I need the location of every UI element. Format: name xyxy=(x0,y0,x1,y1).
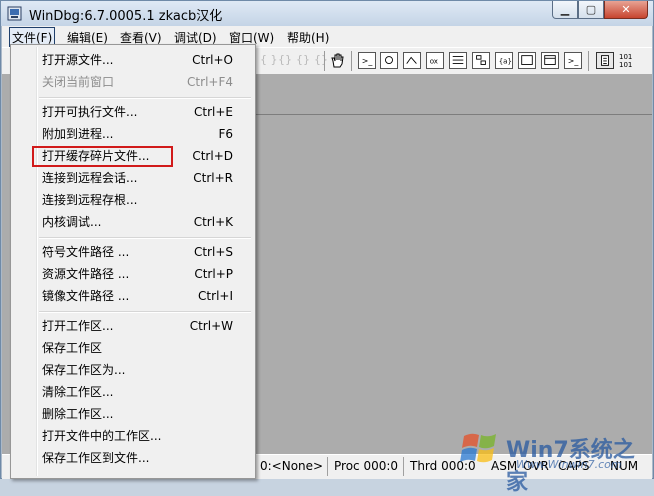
menu-item-image-path[interactable]: 镜像文件路径 ... xyxy=(42,287,129,305)
menu-item-kernel-debug[interactable]: 内核调试... xyxy=(42,213,101,231)
toolbar-separator xyxy=(351,51,352,71)
step-out-icon: {} xyxy=(296,53,310,66)
registers-window-icon[interactable]: ox xyxy=(426,52,444,69)
maximize-icon: ▢ xyxy=(585,3,597,16)
window-controls: ▁ ▢ ✕ xyxy=(552,1,648,19)
menu-item-open-workspace-in-file[interactable]: 打开文件中的工作区... xyxy=(42,427,161,445)
menu-item-open-source[interactable]: 打开源文件... xyxy=(42,51,113,69)
options-icon[interactable] xyxy=(596,52,614,69)
menu-item-delete-workspace[interactable]: 删除工作区... xyxy=(42,405,113,423)
menu-help[interactable]: 帮助(H) xyxy=(284,29,332,46)
source-mode-icon[interactable]: >_ xyxy=(564,52,582,69)
menu-separator xyxy=(39,311,251,313)
shortcut-open-source: Ctrl+O xyxy=(192,53,233,67)
shortcut-close-window: Ctrl+F4 xyxy=(187,75,233,89)
menu-item-save-workspace-to-file[interactable]: 保存工作区到文件... xyxy=(42,449,149,467)
run-to-cursor-icon: {} xyxy=(314,53,328,66)
windbg-app-icon xyxy=(7,6,22,21)
close-button[interactable]: ✕ xyxy=(604,1,648,19)
shortcut-connect-remote-session: Ctrl+R xyxy=(193,171,233,185)
svg-text:{a}: {a} xyxy=(499,57,512,66)
menu-item-attach-process[interactable]: 附加到进程... xyxy=(42,125,113,143)
shortcut-open-workspace: Ctrl+W xyxy=(189,319,233,333)
svg-text:ox: ox xyxy=(430,57,438,66)
status-separator xyxy=(403,457,404,476)
close-icon: ✕ xyxy=(621,3,631,16)
menu-separator xyxy=(39,97,251,99)
menu-item-open-workspace[interactable]: 打开工作区... xyxy=(42,317,113,335)
shortcut-open-crash-dump: Ctrl+D xyxy=(192,149,233,163)
watch-window-icon[interactable] xyxy=(380,52,398,69)
toolbar-separator xyxy=(324,51,325,71)
toolbar-separator xyxy=(588,51,589,71)
step-into-icon: { } xyxy=(260,53,278,66)
menu-item-source-path[interactable]: 资源文件路径 ... xyxy=(42,265,129,283)
title-bar[interactable]: WinDbg:6.7.0005.1 zkacb汉化 ▁ ▢ ✕ xyxy=(1,1,653,26)
locals-window-icon[interactable] xyxy=(403,52,421,69)
status-process: Proc 000:0 xyxy=(334,459,399,473)
shortcut-source-path: Ctrl+P xyxy=(194,267,233,281)
menu-item-symbol-path[interactable]: 符号文件路径 ... xyxy=(42,243,129,261)
watermark-url: Www.Winwin7.com xyxy=(516,458,622,471)
minimize-icon: ▁ xyxy=(560,3,570,16)
shortcut-symbol-path: Ctrl+S xyxy=(193,245,233,259)
call-stack-icon[interactable] xyxy=(472,52,490,69)
menu-item-save-workspace-as[interactable]: 保存工作区为... xyxy=(42,361,125,379)
menu-item-connect-remote-session[interactable]: 连接到远程会话... xyxy=(42,169,137,187)
svg-text:101: 101 xyxy=(619,53,632,61)
menu-item-save-workspace[interactable]: 保存工作区 xyxy=(42,339,102,357)
svg-text:101: 101 xyxy=(619,61,632,69)
disassembly-icon[interactable]: {a} xyxy=(495,52,513,69)
shortcut-kernel-debug: Ctrl+K xyxy=(193,215,233,229)
status-separator xyxy=(327,457,328,476)
command-window-icon[interactable]: >_ xyxy=(358,52,376,69)
menu-item-open-executable[interactable]: 打开可执行文件... xyxy=(42,103,137,121)
menu-separator xyxy=(39,237,251,239)
svg-text:>_: >_ xyxy=(362,57,374,66)
shortcut-attach-process: F6 xyxy=(218,127,233,141)
client-divider xyxy=(256,114,652,115)
highlight-annotation-box xyxy=(32,146,173,167)
processes-threads-icon[interactable] xyxy=(541,52,559,69)
svg-text:>_: >_ xyxy=(568,57,580,66)
menu-icon-strip xyxy=(36,47,38,476)
window-title: WinDbg:6.7.0005.1 zkacb汉化 xyxy=(29,9,223,24)
menu-item-clear-workspace[interactable]: 清除工作区... xyxy=(42,383,113,401)
step-over-icon: {} xyxy=(278,53,292,66)
hex-display-icon[interactable]: 101101 xyxy=(618,52,640,69)
shortcut-image-path: Ctrl+I xyxy=(198,289,233,303)
windows-logo-icon xyxy=(460,433,496,463)
scratch-pad-icon[interactable] xyxy=(518,52,536,69)
minimize-button[interactable]: ▁ xyxy=(552,1,578,19)
maximize-button[interactable]: ▢ xyxy=(578,1,604,19)
hand-icon[interactable] xyxy=(328,52,346,69)
menu-item-close-window[interactable]: 关闭当前窗口 xyxy=(42,73,114,91)
file-menu-dropdown: 打开源文件... Ctrl+O 关闭当前窗口 Ctrl+F4 打开可执行文件..… xyxy=(10,44,256,479)
menu-item-connect-remote-stub[interactable]: 连接到远程存根... xyxy=(42,191,137,209)
status-thread-context: 0:<None> xyxy=(260,459,324,473)
memory-window-icon[interactable] xyxy=(449,52,467,69)
shortcut-open-executable: Ctrl+E xyxy=(194,105,233,119)
